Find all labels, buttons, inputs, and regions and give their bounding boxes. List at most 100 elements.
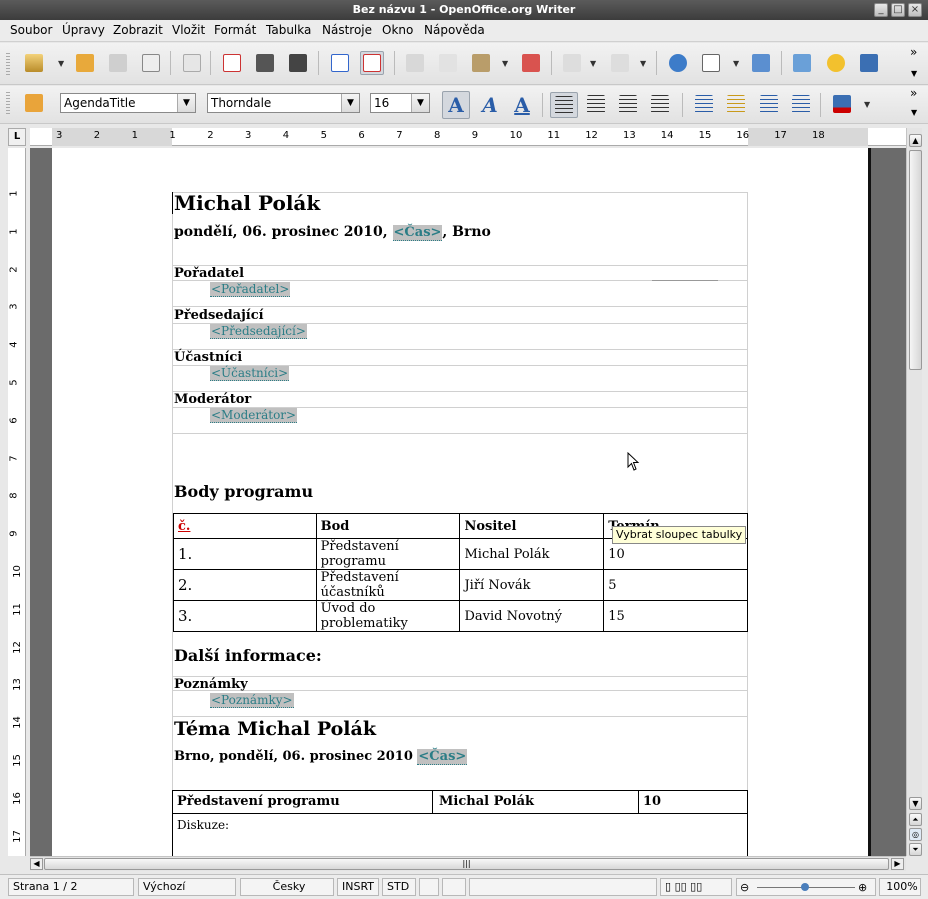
vertical-ruler[interactable]: 1 1 2 3 4 5 6 7 8 9 10 11 12 13 14 15 16 17 [8, 148, 26, 856]
page[interactable]: Michal Polák pondělí, 06. prosinec 2010,… [52, 148, 868, 856]
table-cell[interactable]: 3. [173, 600, 317, 632]
document-heading[interactable]: Michal Polák [174, 191, 320, 215]
redo-button[interactable] [608, 51, 632, 75]
cut-button[interactable] [403, 51, 427, 75]
table-cell[interactable]: Jiří Novák [459, 569, 605, 601]
horizontal-scrollbar[interactable]: ◀ ||| ▶ [30, 856, 906, 871]
horizontal-ruler[interactable]: 3 2 1 1 2 3 4 5 6 7 8 9 10 11 12 13 14 15 16 17 18 [30, 128, 906, 146]
styles-formatting-button[interactable] [22, 91, 46, 115]
table-cell[interactable]: Představení účastníků [315, 569, 461, 601]
participants-field[interactable]: <Účastníci> [210, 366, 290, 381]
table-cell[interactable]: 2. [173, 569, 317, 601]
moderator-label[interactable]: Moderátor [174, 392, 251, 407]
table-cell[interactable]: 1. [173, 538, 317, 570]
menu-edit[interactable]: Úpravy [62, 23, 105, 37]
organizer-field[interactable]: <Pořadatel> [210, 282, 291, 297]
vertical-scrollbar[interactable]: ▲ ▼ ⏶ ◎ ⏷ [906, 128, 922, 856]
table-header-cell[interactable]: Bod [315, 513, 461, 539]
table-cell[interactable]: Michal Polák [459, 538, 605, 570]
print-button[interactable] [253, 51, 277, 75]
menu-file[interactable]: Soubor [10, 23, 52, 37]
topic-subheading[interactable]: Brno, pondělí, 06. prosinec 2010 <Čas> [174, 749, 468, 765]
scroll-left-icon[interactable]: ◀ [30, 858, 43, 870]
table-cell[interactable]: Úvod do problematiky [315, 600, 461, 632]
export-pdf-button[interactable] [220, 51, 244, 75]
topic-time-field[interactable]: <Čas> [417, 749, 468, 765]
menu-insert[interactable]: Vložit [172, 23, 205, 37]
table-cell[interactable]: 5 [603, 569, 748, 601]
page-indicator[interactable]: Strana 1 / 2 [8, 878, 134, 896]
organizer-label[interactable]: Pořadatel [174, 266, 244, 281]
topic-table-cell[interactable]: Michal Polák [439, 794, 534, 809]
justify-button[interactable] [648, 92, 672, 116]
book-view-icon[interactable]: ▯▯ [690, 880, 702, 893]
autospellcheck-button[interactable] [360, 51, 384, 75]
menu-view[interactable]: Zobrazit [113, 23, 163, 37]
menu-table[interactable]: Tabulka [266, 23, 311, 37]
format-paintbrush-button[interactable] [519, 51, 543, 75]
horizontal-scroll-thumb[interactable]: ||| [44, 858, 889, 870]
font-color-button[interactable] [830, 92, 854, 116]
table-cell[interactable]: David Novotný [459, 600, 605, 632]
align-right-button[interactable] [616, 92, 640, 116]
undo-dropdown-icon[interactable]: ▼ [590, 59, 596, 68]
hyperlink-button[interactable] [666, 51, 690, 75]
numbering-button[interactable] [692, 92, 716, 116]
zoom-in-icon[interactable]: ⊕ [858, 880, 867, 896]
new-dropdown-icon[interactable]: ▼ [58, 59, 64, 68]
menu-window[interactable]: Okno [382, 23, 413, 37]
toolbar-grip[interactable] [6, 53, 10, 77]
redo-dropdown-icon[interactable]: ▼ [640, 59, 646, 68]
email-button[interactable] [139, 51, 163, 75]
toolbar-grip[interactable] [6, 92, 10, 116]
scroll-thumb[interactable] [909, 150, 922, 370]
scroll-right-icon[interactable]: ▶ [891, 858, 904, 870]
undo-button[interactable] [560, 51, 584, 75]
chevron-down-icon[interactable]: ▼ [177, 94, 195, 112]
scroll-up-icon[interactable]: ▲ [909, 134, 922, 147]
underline-button[interactable]: A [508, 91, 536, 119]
toolbar-overflow-icon[interactable]: » [910, 86, 917, 100]
zoom-handle[interactable] [801, 883, 809, 891]
copy-button[interactable] [436, 51, 460, 75]
bold-button[interactable]: A [442, 91, 470, 119]
more-info-heading[interactable]: Další informace: [174, 646, 322, 665]
menu-format[interactable]: Formát [214, 23, 256, 37]
toolbar-menu-icon[interactable]: ▼ [911, 69, 917, 78]
meeting-date-line[interactable]: pondělí, 06. prosinec 2010, <Čas>, Brno [174, 224, 491, 241]
discussion-label[interactable]: Diskuze: [177, 818, 229, 832]
gallery-button[interactable] [857, 51, 881, 75]
paste-button[interactable] [469, 51, 493, 75]
previous-page-icon[interactable]: ⏶ [909, 813, 922, 826]
italic-button[interactable]: A [476, 91, 504, 119]
align-center-button[interactable] [584, 92, 608, 116]
spellcheck-button[interactable] [328, 51, 352, 75]
chevron-down-icon[interactable]: ▼ [411, 94, 429, 112]
table-dropdown-icon[interactable]: ▼ [733, 59, 739, 68]
time-field[interactable]: <Čas> [392, 225, 443, 241]
page-style-indicator[interactable]: Výchozí [138, 878, 236, 896]
table-header-cell[interactable]: č. [173, 513, 317, 539]
open-button[interactable] [73, 51, 97, 75]
selection-mode-indicator[interactable]: STD [382, 878, 416, 896]
notes-field[interactable]: <Poznámky> [210, 693, 294, 708]
menu-tools[interactable]: Nástroje [322, 23, 372, 37]
table-button[interactable] [699, 51, 723, 75]
chairperson-field[interactable]: <Předsedající> [210, 324, 307, 339]
find-replace-button[interactable] [790, 51, 814, 75]
participants-label[interactable]: Účastníci [174, 350, 242, 365]
toolbar-menu-icon[interactable]: ▼ [911, 108, 917, 117]
scroll-down-icon[interactable]: ▼ [909, 797, 922, 810]
edit-file-button[interactable] [180, 51, 204, 75]
show-draw-functions-button[interactable] [749, 51, 773, 75]
maximize-button[interactable]: □ [891, 3, 905, 17]
align-left-button[interactable] [550, 92, 578, 118]
insert-mode-indicator[interactable]: INSRT [337, 878, 379, 896]
two-page-view-icon[interactable]: ▯▯ [675, 880, 687, 893]
chairperson-label[interactable]: Předsedající [174, 308, 264, 323]
chevron-down-icon[interactable]: ▼ [341, 94, 359, 112]
topic-heading[interactable]: Téma Michal Polák [174, 718, 376, 740]
paragraph-style-combo[interactable]: AgendaTitle ▼ [60, 93, 196, 113]
topic-table[interactable]: Představení programu Michal Polák 10 Dis… [172, 790, 748, 856]
table-cell[interactable]: 15 [603, 600, 748, 632]
